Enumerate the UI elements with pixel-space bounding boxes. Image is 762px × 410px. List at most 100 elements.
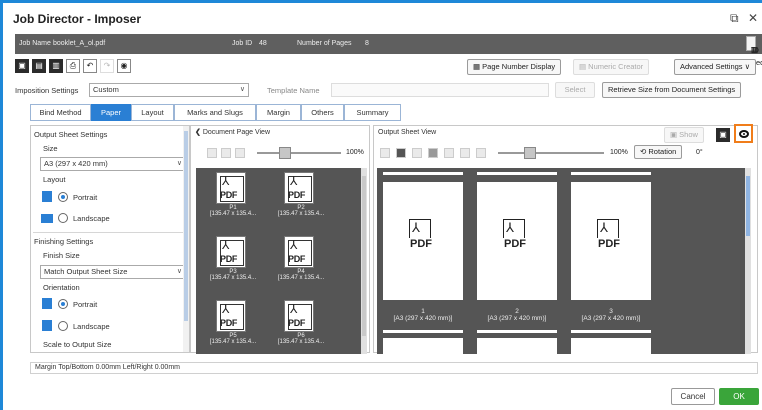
- preview-icon[interactable]: ◉: [117, 59, 131, 73]
- to-sequencer-button[interactable]: ▥ To Sequencer: [746, 36, 762, 67]
- doc-zoom-slider[interactable]: [279, 147, 291, 159]
- show-button[interactable]: ▣ Show: [664, 127, 704, 143]
- page-thumbnail[interactable]: ⅄ PDF: [216, 236, 246, 268]
- sheet-size: [A3 (297 x 420 mm)]: [487, 315, 547, 322]
- copy-icon[interactable]: [476, 148, 486, 158]
- page-number-icon: ▦: [473, 62, 483, 71]
- paper-settings-panel: Output Sheet Settings Size A3 (297 x 420…: [30, 125, 190, 353]
- page-thumbnail[interactable]: ⅄ PDF: [216, 172, 246, 204]
- output-sheet[interactable]: [477, 338, 557, 354]
- tab-margin[interactable]: Margin: [256, 104, 301, 121]
- scale-to-output-label: Scale to Output Size: [43, 340, 112, 349]
- edit-icon[interactable]: [444, 148, 454, 158]
- sheet-number: 2: [515, 308, 519, 315]
- page-caption: P6 [135.47 x 135.4...: [266, 333, 336, 345]
- delete-icon[interactable]: [460, 148, 470, 158]
- doc-zoom-row: 100%: [191, 146, 369, 160]
- doc-view-scrollbar[interactable]: [361, 168, 367, 354]
- imposition-row: Imposition Settings Custom ∨ Template Na…: [15, 82, 762, 101]
- redo-icon[interactable]: ↷: [100, 59, 114, 73]
- export-icon[interactable]: ▣: [716, 128, 730, 142]
- chevron-down-icon: ∨: [176, 268, 182, 275]
- chevron-down-icon: ∨: [176, 160, 182, 167]
- output-zoom-row: 100% ⟲ Rotation 0°: [374, 145, 757, 160]
- tab-paper[interactable]: Paper: [91, 104, 131, 121]
- doc-zoom-track[interactable]: [257, 152, 341, 154]
- page-thumbnail[interactable]: ⅄ PDF: [216, 300, 246, 332]
- back-icon[interactable]: [428, 148, 438, 158]
- page-thumbnail[interactable]: ⅄ PDF: [284, 300, 314, 332]
- preview-toggle-button[interactable]: [734, 124, 753, 143]
- sheet-caption: 1 [A3 (297 x 420 mm)]: [377, 308, 469, 322]
- acrobat-icon: ⅄: [222, 174, 230, 188]
- scroll-thumb[interactable]: [746, 176, 750, 236]
- tab-others[interactable]: Others: [301, 104, 344, 121]
- layout-landscape-radio[interactable]: [58, 213, 68, 223]
- page-number-display-button[interactable]: ▦ Page Number Display: [467, 59, 562, 75]
- retrieve-size-button[interactable]: Retrieve Size from Document Settings: [602, 82, 742, 98]
- page-caption: P3 [135.47 x 135.4...: [198, 269, 268, 281]
- restore-icon[interactable]: ⧉: [730, 11, 739, 26]
- output-zoom-slider[interactable]: [524, 147, 536, 159]
- page-icon[interactable]: [221, 148, 231, 158]
- advanced-settings-dropdown[interactable]: Advanced Settings ∨: [674, 59, 757, 75]
- output-zoom-track[interactable]: [498, 152, 604, 154]
- acrobat-icon: ⅄: [290, 238, 298, 252]
- save-icon[interactable]: ▥: [49, 59, 63, 73]
- tab-layout[interactable]: Layout: [131, 104, 174, 121]
- output-sheet[interactable]: ⅄ PDF: [383, 182, 463, 300]
- numeric-creator-label: Numeric Creator: [588, 62, 644, 71]
- title-bar: Job Director - Imposer ⧉ ✕: [3, 8, 762, 32]
- new-icon[interactable]: ▣: [15, 59, 29, 73]
- ok-button[interactable]: OK: [719, 388, 759, 405]
- tab-marks-and-slugs[interactable]: Marks and Slugs: [174, 104, 256, 121]
- spread-icon[interactable]: [235, 148, 245, 158]
- open-icon[interactable]: ▤: [32, 59, 46, 73]
- output-size-select[interactable]: A3 (297 x 420 mm) ∨: [40, 157, 186, 171]
- page-size: [135.47 x 135.4...: [277, 211, 325, 217]
- finish-size-label: Finish Size: [43, 251, 80, 260]
- imposition-settings-label: Imposition Settings: [15, 86, 79, 95]
- rotation-button[interactable]: ⟲ Rotation: [634, 145, 683, 159]
- job-name-value: booklet_A_ol.pdf: [53, 40, 106, 47]
- numeric-creator-button[interactable]: ▤ Numeric Creator: [573, 59, 650, 75]
- sheet-icon[interactable]: [396, 148, 406, 158]
- orientation-landscape-label: Landscape: [73, 322, 110, 331]
- sheet-size: [A3 (297 x 420 mm)]: [581, 315, 641, 322]
- orientation-landscape-radio[interactable]: [58, 321, 68, 331]
- output-sheet[interactable]: [571, 338, 651, 354]
- pdf-label: PDF: [288, 190, 306, 200]
- close-icon[interactable]: ✕: [748, 11, 758, 25]
- margin-status-bar: Margin Top/Bottom 0.00mm Left/Right 0.00…: [30, 362, 758, 374]
- acrobat-icon: ⅄: [222, 238, 230, 252]
- undo-icon[interactable]: ↶: [83, 59, 97, 73]
- page-caption: P1 [135.47 x 135.4...: [198, 205, 268, 217]
- tab-summary[interactable]: Summary: [344, 104, 401, 121]
- page-thumbnail[interactable]: ⅄ PDF: [284, 172, 314, 204]
- chevron-left-icon[interactable]: ❮: [195, 129, 203, 136]
- template-name-field[interactable]: [331, 83, 549, 97]
- output-sheet[interactable]: [383, 338, 463, 354]
- page-thumbnail[interactable]: ⅄ PDF: [284, 236, 314, 268]
- finish-size-select[interactable]: Match Output Sheet Size ∨: [40, 265, 186, 279]
- fit-icon[interactable]: [380, 148, 390, 158]
- tab-bind-method[interactable]: Bind Method: [30, 104, 91, 121]
- pdf-label: PDF: [220, 254, 238, 264]
- imposition-settings-select[interactable]: Custom ∨: [89, 83, 249, 97]
- layout-portrait-radio[interactable]: [58, 192, 68, 202]
- output-view-scrollbar[interactable]: [745, 168, 751, 354]
- output-sheet[interactable]: ⅄ PDF: [477, 182, 557, 300]
- pdf-icon: ⅄ PDF: [597, 219, 625, 253]
- cancel-button[interactable]: Cancel: [671, 388, 715, 405]
- select-template-button[interactable]: Select: [555, 82, 595, 98]
- orientation-portrait-radio[interactable]: [58, 299, 68, 309]
- output-sheet[interactable]: ⅄ PDF: [571, 182, 651, 300]
- scroll-thumb[interactable]: [184, 131, 188, 321]
- page-caption: P2 [135.47 x 135.4...: [266, 205, 336, 217]
- scroll-thumb[interactable]: [362, 176, 366, 336]
- print-icon[interactable]: ⎙: [66, 59, 80, 73]
- left-panel-scrollbar[interactable]: [183, 126, 189, 352]
- front-icon[interactable]: [412, 148, 422, 158]
- job-info-bar: Job Name booklet_A_ol.pdf Job ID 48 Numb…: [15, 34, 762, 67]
- fit-icon[interactable]: [207, 148, 217, 158]
